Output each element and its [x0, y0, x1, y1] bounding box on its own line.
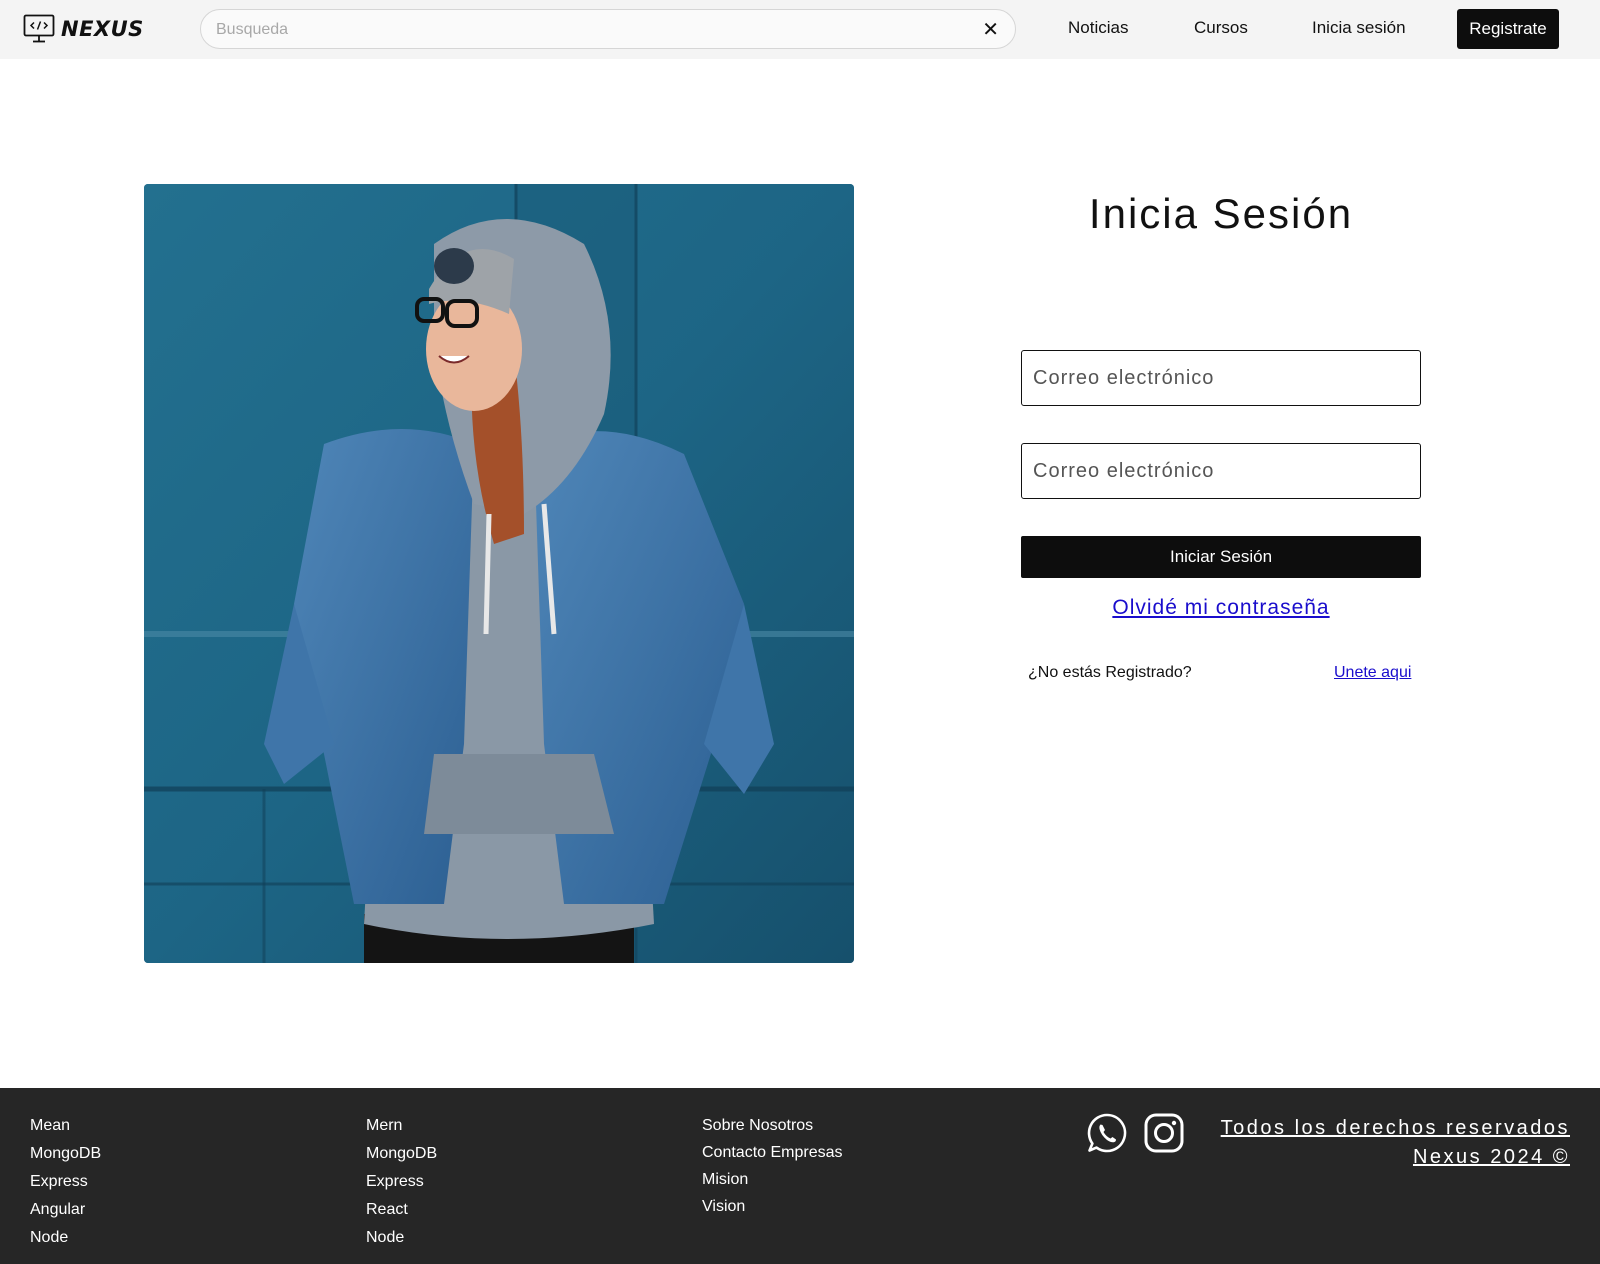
instagram-icon[interactable] — [1143, 1112, 1185, 1154]
footer-column-mean: Mean MongoDB Express Angular Node — [30, 1112, 101, 1252]
footer-link[interactable]: Mern — [366, 1112, 437, 1140]
code-monitor-icon — [23, 14, 55, 43]
footer-link[interactable]: Vision — [702, 1193, 843, 1220]
forgot-password-link[interactable]: Olvidé mi contraseña — [1021, 596, 1421, 620]
brand-name: NEXUS — [61, 17, 144, 41]
footer-link[interactable]: Express — [366, 1168, 437, 1196]
footer-link[interactable]: MongoDB — [30, 1140, 101, 1168]
brand-logo[interactable]: NEXUS — [23, 14, 144, 44]
password-field — [1021, 443, 1421, 499]
footer: Mean MongoDB Express Angular Node Mern M… — [0, 1088, 1600, 1264]
nav-link-news[interactable]: Noticias — [1068, 18, 1128, 38]
join-link[interactable]: Unete aqui — [1334, 664, 1411, 682]
search-bar: ✕ — [200, 9, 1016, 49]
email-field — [1021, 350, 1421, 406]
copyright-line-1: Todos los derechos reservados — [1220, 1117, 1570, 1139]
password-input[interactable] — [1022, 444, 1420, 498]
login-submit-button[interactable]: Iniciar Sesión — [1021, 536, 1421, 578]
login-title: Inicia Sesión — [1088, 190, 1354, 237]
not-registered-text: ¿No estás Registrado? — [1028, 664, 1192, 681]
footer-link[interactable]: React — [366, 1196, 437, 1224]
search-input[interactable] — [216, 18, 936, 42]
footer-link[interactable]: Node — [30, 1224, 101, 1252]
footer-column-mern: Mern MongoDB Express React Node — [366, 1112, 437, 1252]
nav-link-courses[interactable]: Cursos — [1194, 18, 1248, 38]
nav-link-login[interactable]: Inicia sesión — [1312, 18, 1406, 38]
register-button[interactable]: Registrate — [1457, 9, 1559, 49]
footer-link[interactable]: Mean — [30, 1112, 101, 1140]
footer-link[interactable]: Express — [30, 1168, 101, 1196]
footer-link[interactable]: Angular — [30, 1196, 101, 1224]
email-input[interactable] — [1022, 351, 1420, 405]
copyright-notice: Todos los derechos reservados Nexus 2024… — [1221, 1114, 1570, 1172]
footer-link[interactable]: Mision — [702, 1166, 843, 1193]
footer-link[interactable]: Contacto Empresas — [702, 1139, 843, 1166]
top-navbar: NEXUS ✕ Noticias Cursos Inicia sesión Re… — [0, 0, 1600, 59]
photo-smiling-woman-icon — [144, 184, 854, 963]
copyright-line-2: Nexus 2024 © — [1412, 1146, 1570, 1168]
footer-link[interactable]: Node — [366, 1224, 437, 1252]
footer-link[interactable]: Sobre Nosotros — [702, 1112, 843, 1139]
clear-search-icon[interactable]: ✕ — [982, 18, 999, 40]
whatsapp-icon[interactable] — [1086, 1112, 1128, 1154]
footer-column-company: Sobre Nosotros Contacto Empresas Mision … — [702, 1112, 843, 1220]
hero-photo — [144, 184, 854, 963]
footer-link[interactable]: MongoDB — [366, 1140, 437, 1168]
